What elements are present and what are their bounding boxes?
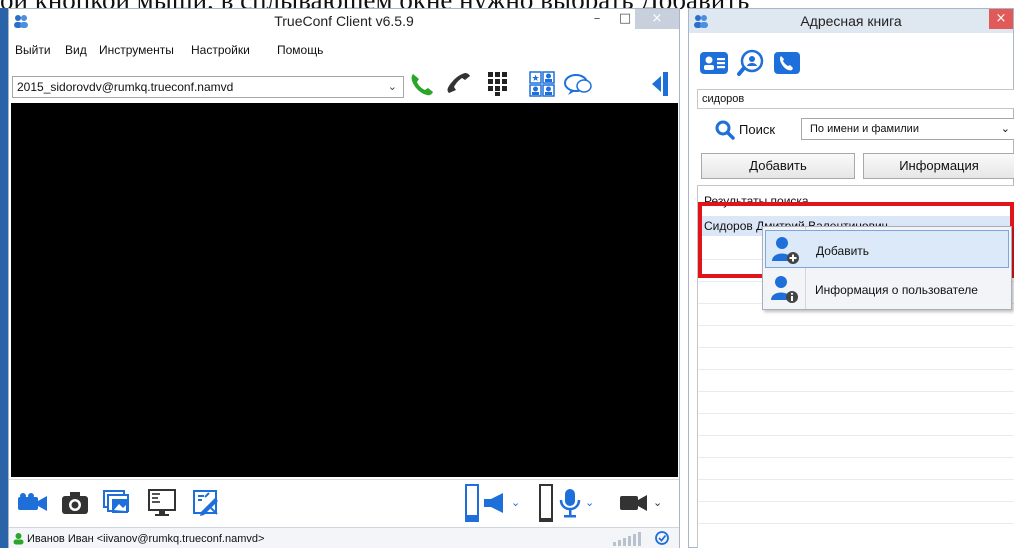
menubar: Выйти Вид Инструменты Настройки Помощь <box>9 43 679 61</box>
client-titlebar: TrueConf Client v6.5.9 – □ × <box>9 9 679 33</box>
empty-row <box>698 392 1014 414</box>
empty-row <box>698 480 1014 502</box>
desktop-edge <box>0 8 8 548</box>
menu-help[interactable]: Помощь <box>277 43 323 57</box>
empty-row <box>698 370 1014 392</box>
empty-row <box>698 414 1014 436</box>
client-title: TrueConf Client v6.5.9 <box>274 13 414 29</box>
microphone-icon[interactable] <box>559 488 581 518</box>
whiteboard-icon[interactable] <box>191 488 221 518</box>
menu-exit[interactable]: Выйти <box>15 43 51 57</box>
minimize-button[interactable]: – <box>583 9 611 29</box>
camera-icon[interactable] <box>17 492 49 514</box>
contact-card-icon[interactable] <box>699 51 729 75</box>
bottom-toolbar: ⌄ ⌄ ⌄ <box>9 479 679 525</box>
menu-item-label: Информация о пользователе <box>815 283 978 297</box>
account-value: 2015_sidorovdv@rumkq.trueconf.namvd <box>17 80 234 94</box>
speaker-dropdown-icon[interactable]: ⌄ <box>511 496 520 509</box>
trueconf-client-window: TrueConf Client v6.5.9 – □ × Выйти Вид И… <box>8 8 680 548</box>
camera-dropdown-icon[interactable]: ⌄ <box>653 496 662 509</box>
empty-row <box>698 458 1014 480</box>
addressbook-title: Адресная книга <box>800 13 902 29</box>
addressbook-titlebar: Адресная книга × <box>689 9 1013 33</box>
screen: { "document": { "top_text": "ой кнопкой … <box>0 0 1014 548</box>
account-combobox[interactable]: 2015_sidorovdv@rumkq.trueconf.namvd ⌄ <box>12 76 404 98</box>
context-menu: Добавить Информация о пользователе <box>762 226 1012 310</box>
video-camera-icon[interactable] <box>619 494 649 512</box>
empty-row <box>698 348 1014 370</box>
screen-share-icon[interactable] <box>147 488 177 518</box>
call-icon[interactable] <box>407 69 437 99</box>
add-user-icon <box>772 237 799 264</box>
close-button[interactable]: × <box>989 9 1013 29</box>
search-input[interactable]: сидоров <box>697 89 1014 109</box>
svg-text:★: ★ <box>531 74 539 84</box>
status-bar: Иванов Иван <iivanov@rumkq.trueconf.namv… <box>9 527 679 548</box>
add-button[interactable]: Добавить <box>701 153 855 179</box>
user-info-icon <box>771 276 798 303</box>
mic-level-bar[interactable] <box>539 484 553 522</box>
hangup-icon[interactable] <box>443 69 473 99</box>
addressbook-toolbar <box>699 49 819 79</box>
speaker-level-bar[interactable] <box>465 484 479 522</box>
close-button[interactable]: × <box>635 9 679 29</box>
mic-dropdown-icon[interactable]: ⌄ <box>585 496 594 509</box>
phone-contact-icon[interactable] <box>773 51 801 75</box>
shield-check-icon <box>655 531 669 545</box>
search-label: Поиск <box>739 122 776 137</box>
chat-icon[interactable] <box>563 73 593 97</box>
menu-item-user-info[interactable]: Информация о пользователе <box>765 270 1009 308</box>
action-buttons: Добавить Информация <box>697 153 1014 181</box>
chevron-down-icon: ⌄ <box>1000 122 1010 135</box>
chevron-down-icon: ⌄ <box>387 80 397 93</box>
info-button[interactable]: Информация <box>863 153 1014 179</box>
current-user: Иванов Иван <iivanov@rumkq.trueconf.namv… <box>27 533 265 545</box>
menu-item-add[interactable]: Добавить <box>765 230 1009 268</box>
collapse-panel-icon[interactable] <box>649 71 669 97</box>
empty-row <box>698 436 1014 458</box>
search-contact-icon[interactable] <box>737 49 765 77</box>
empty-row <box>698 326 1014 348</box>
online-user-icon <box>13 533 24 545</box>
slideshow-icon[interactable] <box>103 490 131 516</box>
search-row: Поиск По имени и фамилии ⌄ <box>697 117 1014 143</box>
speaker-icon[interactable] <box>483 492 507 514</box>
contacts-grid-icon[interactable]: ★ <box>529 71 555 97</box>
empty-row <box>698 502 1014 524</box>
search-mode-value: По имени и фамилии <box>810 123 919 135</box>
account-row: 2015_sidorovdv@rumkq.trueconf.namvd ⌄ ★ <box>9 65 679 101</box>
dialpad-icon[interactable] <box>487 71 509 97</box>
menu-view[interactable]: Вид <box>65 43 87 57</box>
signal-strength-icon <box>613 532 641 546</box>
menu-item-label: Добавить <box>816 244 870 258</box>
video-area[interactable] <box>11 103 678 477</box>
search-mode-select[interactable]: По имени и фамилии ⌄ <box>801 118 1014 140</box>
snapshot-icon[interactable] <box>61 490 89 516</box>
search-icon <box>715 120 735 140</box>
menu-settings[interactable]: Настройки <box>191 43 250 57</box>
menu-tools[interactable]: Инструменты <box>99 43 174 57</box>
